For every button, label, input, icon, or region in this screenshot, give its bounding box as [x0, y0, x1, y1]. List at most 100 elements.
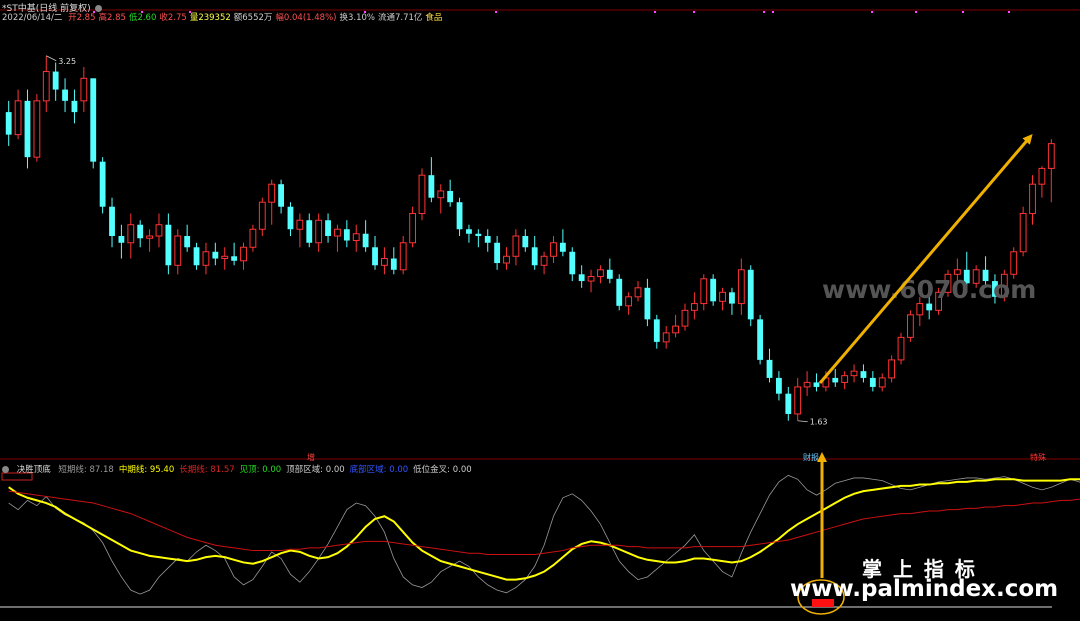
- candle-body: [653, 319, 660, 342]
- candle: [409, 206, 417, 248]
- marker-dot: [763, 11, 765, 13]
- candle: [803, 371, 811, 396]
- marker-dot: [693, 11, 695, 13]
- candle: [249, 224, 257, 252]
- candle-body: [71, 100, 78, 113]
- candle: [794, 377, 802, 421]
- candle-body: [249, 228, 257, 248]
- candle: [127, 213, 135, 259]
- candle: [559, 229, 566, 257]
- candle-body: [287, 206, 294, 230]
- candle: [372, 236, 378, 270]
- candle: [897, 332, 905, 365]
- candle: [906, 310, 914, 342]
- candle: [184, 224, 191, 252]
- candle: [888, 355, 896, 383]
- candle-body: [399, 242, 407, 271]
- candle-body: [634, 287, 642, 298]
- candle: [634, 281, 642, 302]
- candle-body: [522, 236, 529, 248]
- candle-body: [202, 251, 210, 266]
- marker-dot: [871, 11, 873, 13]
- marker-dot: [915, 11, 917, 13]
- candle: [747, 265, 754, 327]
- candle-body: [794, 386, 802, 415]
- candle-body: [380, 258, 388, 266]
- candle: [62, 78, 68, 113]
- watermark-url: www.palmindex.com: [790, 576, 1059, 602]
- marker-dot: [495, 11, 497, 13]
- ohlc-fields: 开2.85 高2.85 低2.60 收2.75 量239352 额6552万 幅0.04(1…: [68, 13, 445, 23]
- candle-body: [587, 276, 595, 282]
- candle: [306, 213, 313, 248]
- marker-dot: [1008, 11, 1010, 13]
- candle-body: [137, 224, 144, 239]
- candle-body: [296, 219, 304, 230]
- candle-body: [690, 303, 698, 311]
- candle-body: [616, 278, 623, 306]
- candle: [109, 197, 115, 248]
- candle: [719, 287, 726, 311]
- candle-body: [710, 278, 717, 302]
- candle-body: [606, 269, 613, 279]
- candle: [737, 258, 745, 315]
- candle-body: [681, 309, 689, 327]
- candle: [587, 269, 595, 293]
- ohlc-field-5: 额6552万: [233, 13, 273, 23]
- candle-body: [447, 190, 454, 203]
- indicator-settings-icon[interactable]: [2, 466, 9, 473]
- candle: [174, 229, 182, 275]
- candle: [757, 314, 764, 365]
- candle-body: [409, 212, 417, 244]
- candle-body: [258, 201, 266, 230]
- indicator-name: 决胜顶底: [16, 465, 51, 475]
- candle: [466, 224, 472, 243]
- candle-body: [766, 359, 773, 378]
- candle: [71, 89, 78, 124]
- candle: [785, 386, 792, 421]
- candle: [850, 364, 858, 383]
- candle-body: [127, 224, 135, 244]
- candle: [137, 220, 144, 248]
- candle: [118, 224, 125, 259]
- candle-body: [155, 224, 163, 237]
- candle: [644, 278, 651, 327]
- candle-body: [456, 202, 463, 230]
- candle-body: [165, 224, 172, 266]
- candle-body: [531, 247, 538, 266]
- ohlc-field-0: 开2.85: [68, 13, 96, 23]
- candle-body: [737, 269, 745, 305]
- candle-body: [813, 382, 820, 387]
- candle-body: [672, 325, 680, 334]
- candle: [380, 247, 388, 275]
- candle: [662, 326, 670, 349]
- candle-body: [559, 242, 566, 252]
- indicator-field-4: 顶部区域: 0.00: [286, 465, 345, 475]
- candle-body: [1019, 212, 1027, 253]
- candle-body: [916, 303, 924, 316]
- candle: [1038, 166, 1046, 198]
- candle: [1019, 206, 1027, 257]
- candle-body: [278, 184, 285, 207]
- candle-body: [362, 233, 369, 248]
- candle-body: [785, 393, 792, 414]
- candle: [775, 371, 782, 401]
- candle: [24, 89, 31, 169]
- candle: [268, 179, 276, 225]
- candle-body: [390, 258, 397, 270]
- candle-body: [372, 247, 378, 266]
- candle-body: [926, 303, 933, 311]
- candle-body: [306, 220, 313, 243]
- candle: [240, 242, 247, 270]
- candle: [766, 348, 773, 383]
- ohlc-field-4: 量239352: [189, 13, 231, 23]
- candle: [99, 157, 106, 214]
- candle-body: [221, 255, 229, 260]
- indicator-field-5: 底部区域: 0.00: [349, 465, 409, 475]
- candle-body: [240, 246, 247, 262]
- candle-body: [860, 371, 867, 378]
- candle: [287, 202, 294, 236]
- candle: [90, 78, 97, 169]
- indicator-field-1: 中期线: 95.40: [118, 465, 175, 475]
- candle-body: [212, 251, 219, 259]
